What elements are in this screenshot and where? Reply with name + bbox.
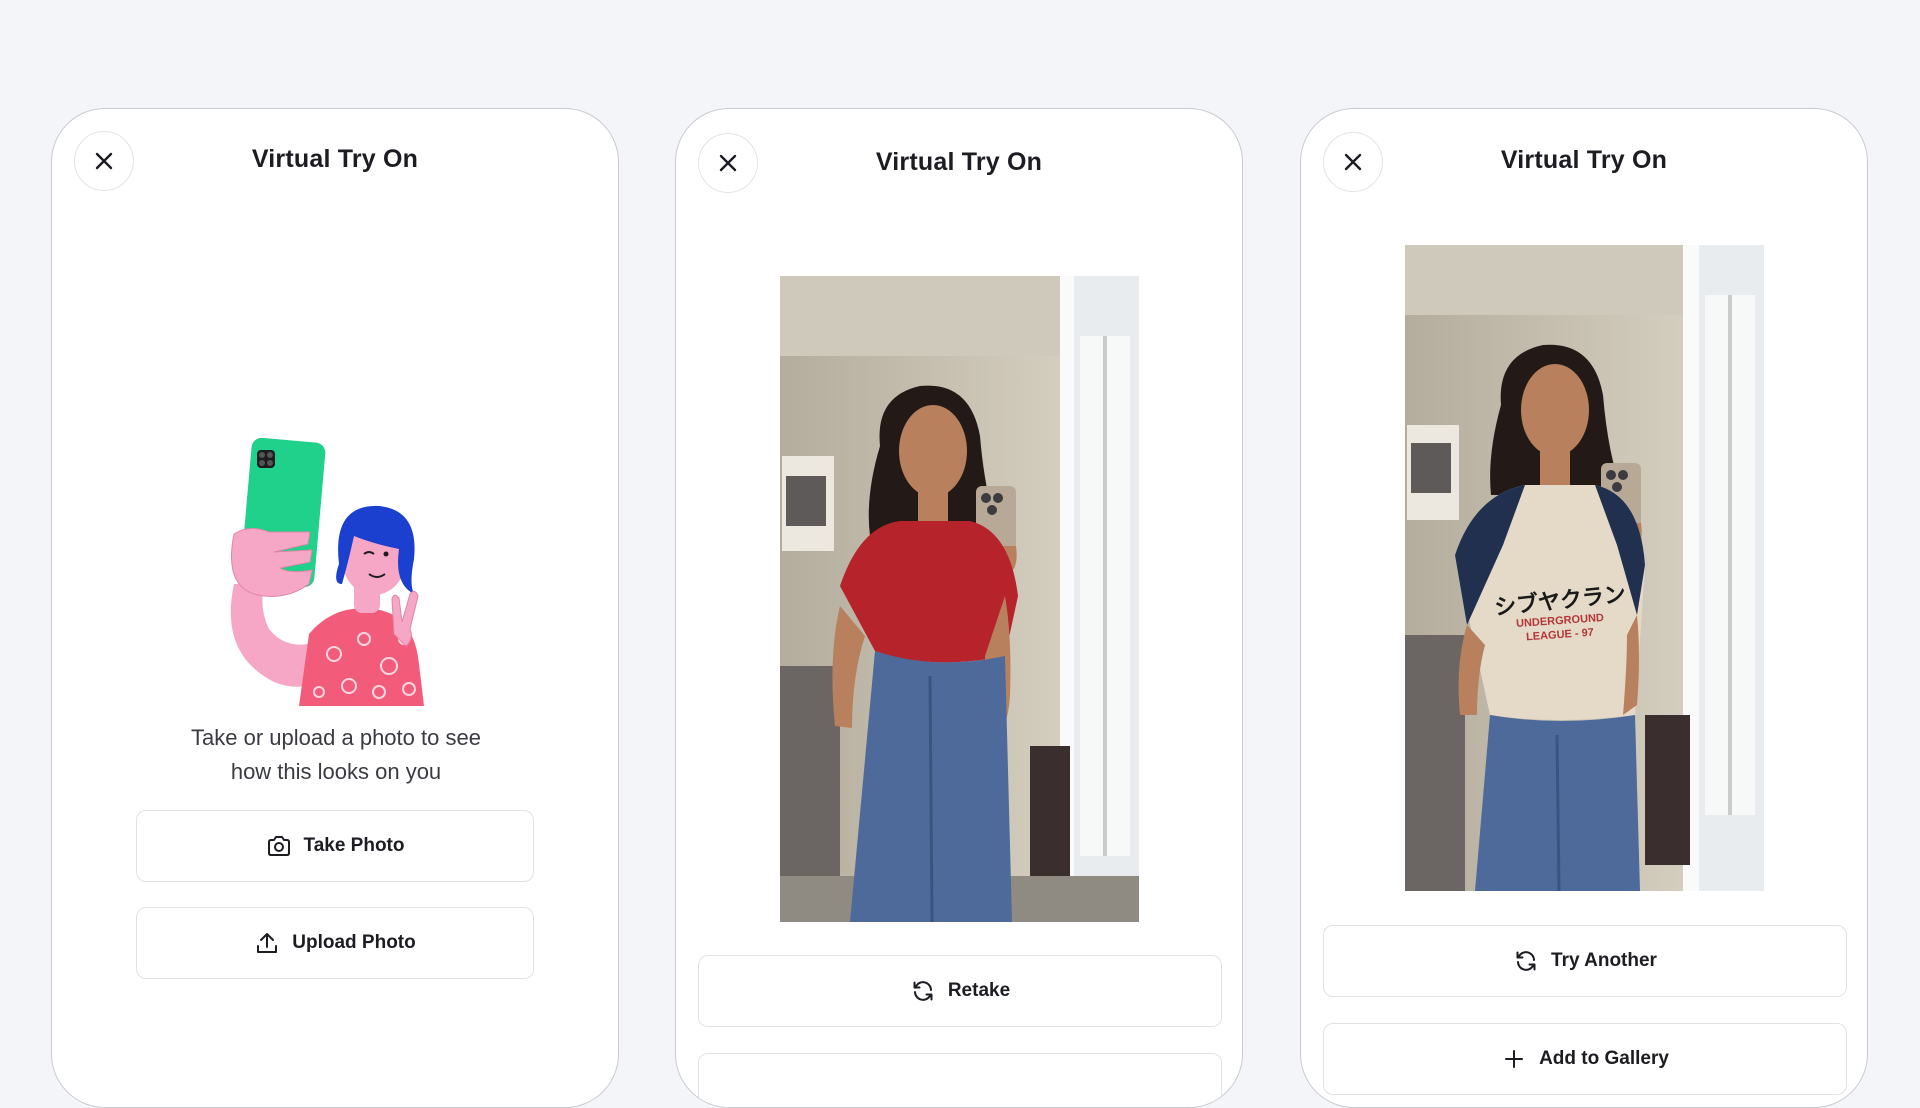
instruction-text: Take or upload a photo to see how this l… — [191, 725, 481, 784]
retake-label: Retake — [947, 980, 1011, 1001]
user-photo — [780, 276, 1139, 922]
selfie-illustration — [230, 437, 424, 706]
page-title: Virtual Try On — [875, 148, 1043, 176]
refresh-icon — [910, 978, 936, 1004]
refresh-icon — [1513, 948, 1539, 974]
take-photo-label: Take Photo — [303, 835, 405, 856]
add-to-gallery-button[interactable]: Add to Gallery — [1323, 1023, 1847, 1095]
try-another-button[interactable]: Try Another — [1323, 925, 1847, 997]
upload-icon — [254, 930, 280, 956]
screen-upload-prompt: Virtual Try On Take or upload a photo to… — [51, 108, 619, 1108]
plus-icon — [1501, 1046, 1527, 1072]
screen-tryon-result: Virtual Try On シブヤクラン UNDERGROUND LEAGUE… — [1300, 108, 1868, 1108]
take-photo-button[interactable]: Take Photo — [136, 810, 534, 882]
page-title: Virtual Try On — [1500, 146, 1668, 174]
screen-photo-taken: Virtual Try On Retake — [675, 108, 1243, 1108]
camera-icon — [266, 833, 292, 859]
try-another-label: Try Another — [1551, 950, 1657, 971]
upload-photo-label: Upload Photo — [292, 932, 416, 953]
tryon-result-photo: シブヤクラン UNDERGROUND LEAGUE - 97 — [1405, 245, 1764, 891]
page-title: Virtual Try On — [251, 145, 419, 173]
secondary-button-partial[interactable] — [698, 1053, 1222, 1107]
retake-button[interactable]: Retake — [698, 955, 1222, 1027]
upload-photo-button[interactable]: Upload Photo — [136, 907, 534, 979]
add-to-gallery-label: Add to Gallery — [1539, 1048, 1669, 1069]
